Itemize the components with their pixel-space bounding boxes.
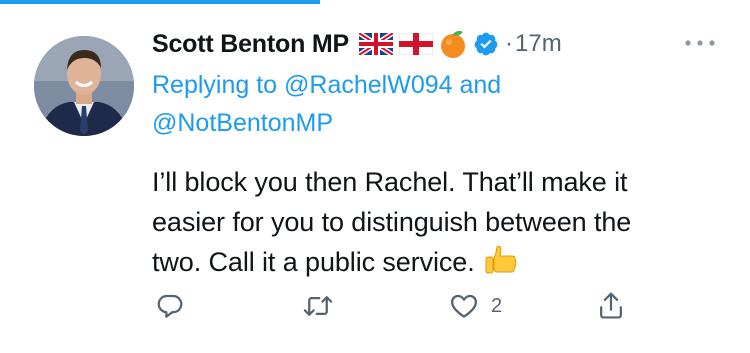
separator-dot: · [505,30,513,57]
like-button[interactable]: 2 [449,286,502,326]
top-accent-bar [0,0,320,4]
mention-link-rachelw094[interactable]: @RachelW094 [284,71,453,99]
orange-icon [441,30,465,58]
replying-to-and: and [459,71,502,99]
reply-icon [157,294,183,318]
heart-icon [451,294,477,318]
display-name[interactable]: Scott Benton MP [152,30,349,59]
uk-flag-icon [359,33,393,55]
replying-to: Replying to @RachelW094 and @NotBentonMP [152,66,712,142]
timestamp[interactable]: 17m [515,30,562,58]
tweet-text: I’ll block you then Rachel. That’ll make… [152,162,727,282]
tweet-header: Scott Benton MP · 17m [152,24,562,64]
share-icon [600,292,622,319]
more-options-icon[interactable] [683,37,717,49]
tweet-text-line-1: I’ll block you then Rachel. That’ll make… [152,167,628,197]
share-button[interactable] [596,286,638,326]
mention-link-notbentonmp[interactable]: @NotBentonMP [152,109,333,137]
avatar[interactable] [34,36,134,136]
retweet-button[interactable] [301,286,347,326]
tweet-action-bar: 2 [0,286,750,326]
tweet-text-line-2: easier for you to distinguish between th… [152,207,632,237]
retweet-icon [303,296,333,316]
thumbs-up-icon [485,245,517,274]
reply-button[interactable] [155,286,197,326]
tweet-text-line-3: two. Call it a public service. [152,247,475,277]
verified-badge-icon [474,32,498,56]
name-emojis [359,29,467,59]
replying-to-label: Replying to [152,71,278,99]
like-count: 2 [491,294,503,317]
england-flag-icon [399,33,433,55]
